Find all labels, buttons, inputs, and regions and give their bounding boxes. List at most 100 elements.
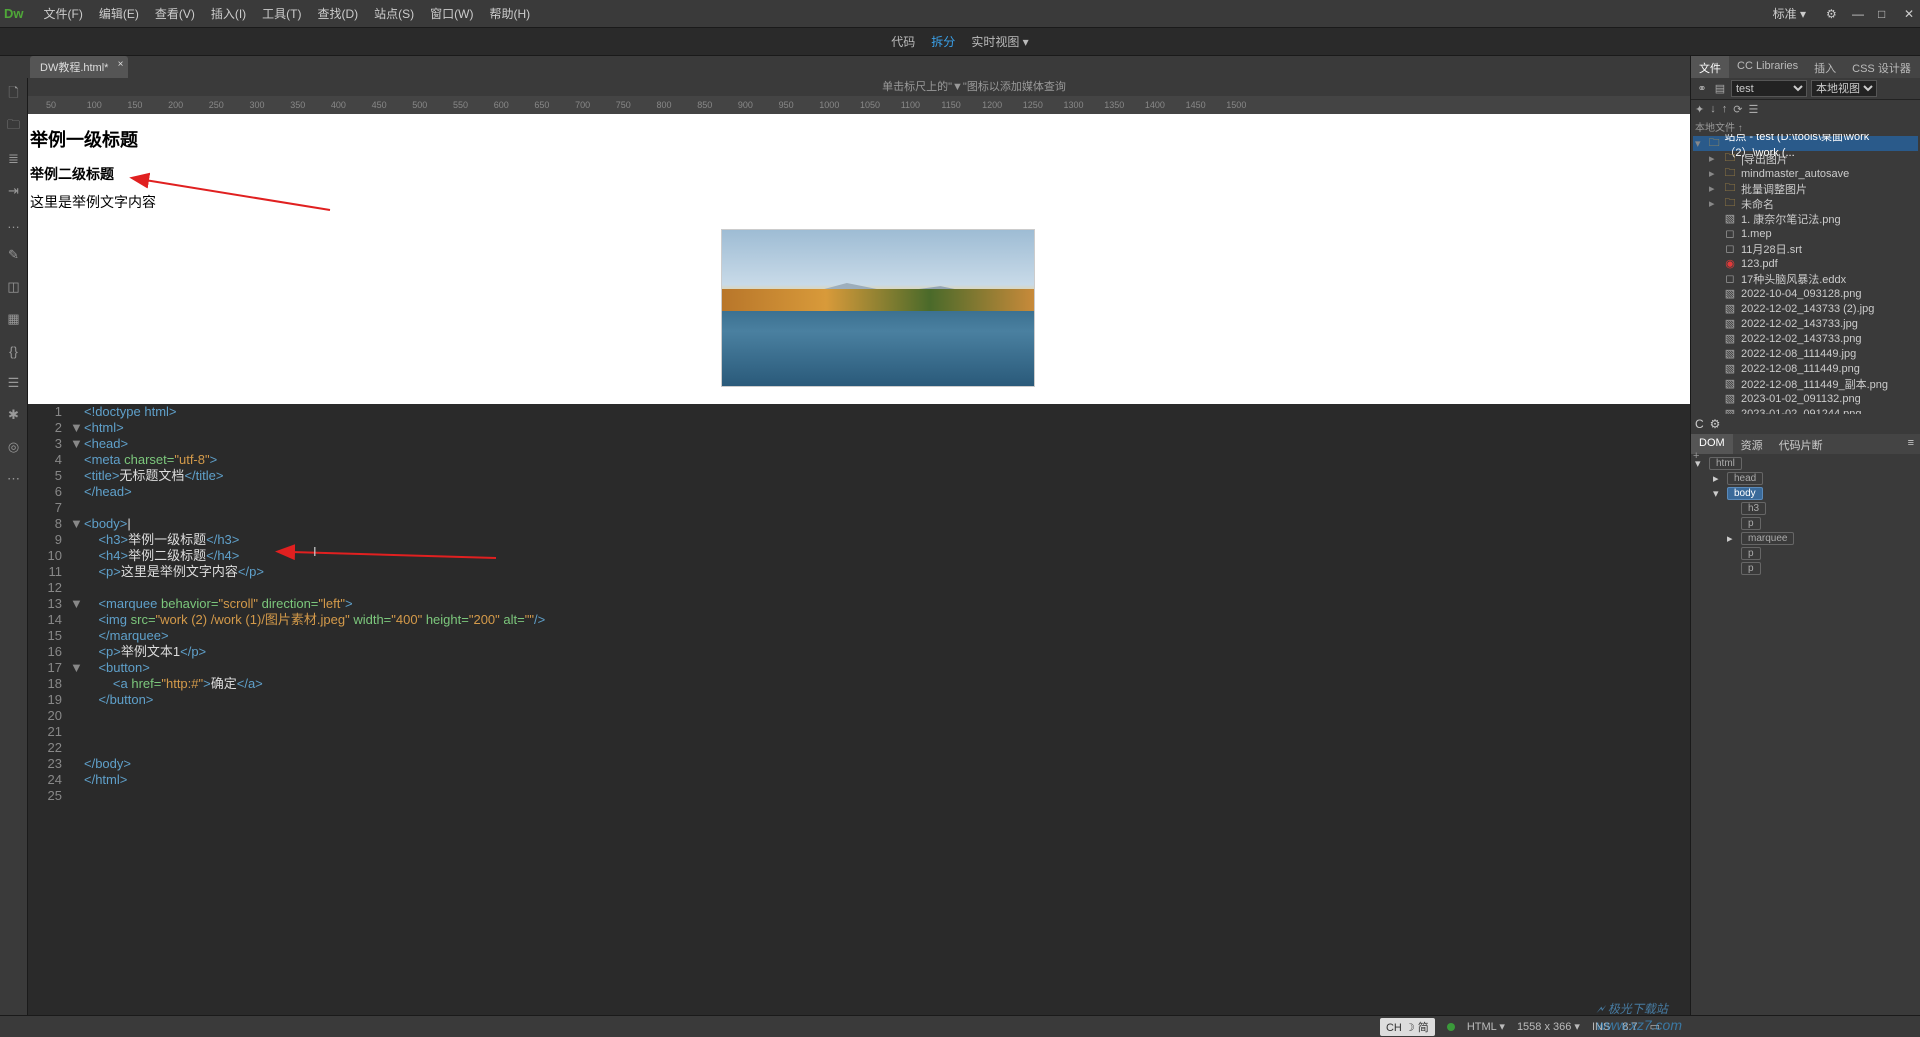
tool-file-icon[interactable]: 🗋 <box>5 86 23 104</box>
tool-list-icon[interactable]: ☰ <box>5 374 23 392</box>
upload-icon[interactable]: ↑ <box>1722 103 1728 115</box>
code-line[interactable]: 24 </html> <box>28 772 1920 788</box>
menu-file[interactable]: 文件(F) <box>36 5 91 22</box>
tool-target-icon[interactable]: ◎ <box>5 438 23 456</box>
file-tree-row[interactable]: ▧2023-01-02_091244.png <box>1693 406 1918 414</box>
layout-dropdown[interactable]: 标准 ▾ <box>1767 3 1812 24</box>
view-split[interactable]: 拆分 <box>931 33 955 50</box>
tool-star-icon[interactable]: ✱ <box>5 406 23 424</box>
settings-small-icon[interactable]: ⚙ <box>1710 417 1721 431</box>
tool-indent-icon[interactable]: ⇥ <box>5 182 23 200</box>
code-line[interactable]: 7 <box>28 500 1920 516</box>
menu-help[interactable]: 帮助(H) <box>481 5 538 22</box>
site-icon[interactable]: ▤ <box>1713 82 1727 96</box>
maximize-button[interactable]: □ <box>1872 5 1890 23</box>
code-line[interactable]: 17▼ <button> <box>28 660 1920 676</box>
dom-add-icon[interactable]: + <box>1693 450 1707 462</box>
menu-edit[interactable]: 编辑(E) <box>91 5 147 22</box>
code-editor[interactable]: I 1 <!doctype html>2▼<html>3▼<head>4 <me… <box>28 404 1920 1037</box>
code-line[interactable]: 1 <!doctype html> <box>28 404 1920 420</box>
design-preview[interactable]: 举例一级标题 举例二级标题 这里是举例文字内容 <box>28 114 1920 404</box>
code-line[interactable]: 21 <box>28 724 1920 740</box>
dom-tree-node[interactable]: ▾html <box>1695 456 1916 471</box>
download-icon[interactable]: ↓ <box>1710 103 1716 115</box>
tab-insert[interactable]: 插入 <box>1806 56 1844 78</box>
tool-brackets-icon[interactable]: {} <box>5 342 23 360</box>
code-line[interactable]: 6 </head> <box>28 484 1920 500</box>
tool-quotes-icon[interactable]: … <box>5 214 23 232</box>
file-tree-row[interactable]: ▧2022-12-02_143733.png <box>1693 331 1918 346</box>
dom-tree-node[interactable]: h3 <box>1695 501 1916 516</box>
language-selector[interactable]: HTML ▾ <box>1467 1020 1505 1033</box>
menu-site[interactable]: 站点(S) <box>366 5 422 22</box>
file-tree[interactable]: ▾🗀站点 - test (D:\tools\桌面\work（2）\work (.… <box>1691 134 1920 414</box>
refresh-icon[interactable]: C <box>1695 417 1704 431</box>
code-line[interactable]: 5 <title>无标题文档</title> <box>28 468 1920 484</box>
close-tab-icon[interactable]: × <box>118 59 124 70</box>
view-code[interactable]: 代码 <box>891 33 915 50</box>
file-tree-row[interactable]: ▸🗀未命名 <box>1693 196 1918 211</box>
code-line[interactable]: 14 <img src="work (2) /work (1)/图片素材.jpe… <box>28 612 1920 628</box>
dom-tree-node[interactable]: ▸marquee <box>1695 531 1916 546</box>
code-line[interactable]: 25 <box>28 788 1920 804</box>
view-selector[interactable]: 本地视图 <box>1811 80 1877 97</box>
minimize-button[interactable]: — <box>1846 5 1864 23</box>
expand-icon[interactable]: ☰ <box>1748 103 1758 116</box>
code-line[interactable]: 4 <meta charset="utf-8"> <box>28 452 1920 468</box>
settings-icon[interactable]: ⚙ <box>1820 5 1838 23</box>
panel-menu-icon[interactable]: ≡ <box>1902 434 1920 454</box>
sync-icon[interactable]: ⟳ <box>1733 103 1742 116</box>
code-line[interactable]: 3▼<head> <box>28 436 1920 452</box>
file-tree-row[interactable]: ◉123.pdf <box>1693 256 1918 271</box>
file-tree-row[interactable]: ▧2022-12-08_111449.png <box>1693 361 1918 376</box>
code-line[interactable]: 20 <box>28 708 1920 724</box>
menu-window[interactable]: 窗口(W) <box>422 5 481 22</box>
code-line[interactable]: 16 <p>举例文本1</p> <box>28 644 1920 660</box>
code-line[interactable]: 22 <box>28 740 1920 756</box>
ruler[interactable]: 5010015020025030035040045050055060065070… <box>28 96 1920 114</box>
menu-view[interactable]: 查看(V) <box>147 5 203 22</box>
file-tree-row[interactable]: ▧2022-12-08_111449.jpg <box>1693 346 1918 361</box>
tab-files[interactable]: 文件 <box>1691 56 1729 78</box>
tool-panel2-icon[interactable]: ▦ <box>5 310 23 328</box>
tab-assets[interactable]: 资源 <box>1733 434 1771 454</box>
code-line[interactable]: 13▼ <marquee behavior="scroll" direction… <box>28 596 1920 612</box>
code-line[interactable]: 15 </marquee> <box>28 628 1920 644</box>
menu-insert[interactable]: 插入(I) <box>203 5 254 22</box>
dom-tree-node[interactable]: p <box>1695 561 1916 576</box>
ime-indicator[interactable]: CH ☽ 简 <box>1380 1018 1435 1036</box>
connect-icon[interactable]: ⚭ <box>1695 82 1709 96</box>
tool-open-icon[interactable]: 🗀 <box>5 118 23 136</box>
close-button[interactable]: ✕ <box>1898 5 1916 23</box>
file-tree-row[interactable]: ▧2022-12-02_143733.jpg <box>1693 316 1918 331</box>
file-tree-row[interactable]: ▧1. 康奈尔笔记法.png <box>1693 211 1918 226</box>
code-line[interactable]: 2▼<html> <box>28 420 1920 436</box>
tab-snippets[interactable]: 代码片断 <box>1771 434 1831 454</box>
view-live[interactable]: 实时视图 ▾ <box>971 33 1028 50</box>
code-line[interactable]: 18 <a href="http:#">确定</a> <box>28 676 1920 692</box>
file-tree-row[interactable]: ▧2022-12-02_143733 (2).jpg <box>1693 301 1918 316</box>
dom-tree-node[interactable]: p <box>1695 516 1916 531</box>
filter-icon[interactable]: ✦ <box>1695 103 1704 116</box>
menu-tools[interactable]: 工具(T) <box>254 5 309 22</box>
code-line[interactable]: 12 <box>28 580 1920 596</box>
file-tree-row[interactable]: ◻11月28日.srt <box>1693 241 1918 256</box>
document-tab[interactable]: DW教程.html* × <box>30 56 128 78</box>
menu-find[interactable]: 查找(D) <box>309 5 366 22</box>
file-tree-row[interactable]: ◻1.mep <box>1693 226 1918 241</box>
tool-brush-icon[interactable]: ✎ <box>5 246 23 264</box>
file-tree-row[interactable]: ▧2022-12-08_111449_副本.png <box>1693 376 1918 391</box>
local-files-header[interactable]: 本地文件 ↑ <box>1695 119 1743 134</box>
file-tree-row[interactable]: ▧2022-10-04_093128.png <box>1693 286 1918 301</box>
site-selector[interactable]: test <box>1731 80 1807 97</box>
code-line[interactable]: 8▼<body>| <box>28 516 1920 532</box>
dom-tree-node[interactable]: ▾body <box>1695 486 1916 501</box>
tool-panel1-icon[interactable]: ◫ <box>5 278 23 296</box>
dom-tree-node[interactable]: p <box>1695 546 1916 561</box>
file-tree-row[interactable]: ◻17种头脑风暴法.eddx <box>1693 271 1918 286</box>
dom-tree[interactable]: + ▾html▸head▾body h3 p▸marquee p p <box>1691 454 1920 578</box>
tool-format-icon[interactable]: ≣ <box>5 150 23 168</box>
dom-tree-node[interactable]: ▸head <box>1695 471 1916 486</box>
file-tree-row[interactable]: ▧2023-01-02_091132.png <box>1693 391 1918 406</box>
code-line[interactable]: 23 </body> <box>28 756 1920 772</box>
